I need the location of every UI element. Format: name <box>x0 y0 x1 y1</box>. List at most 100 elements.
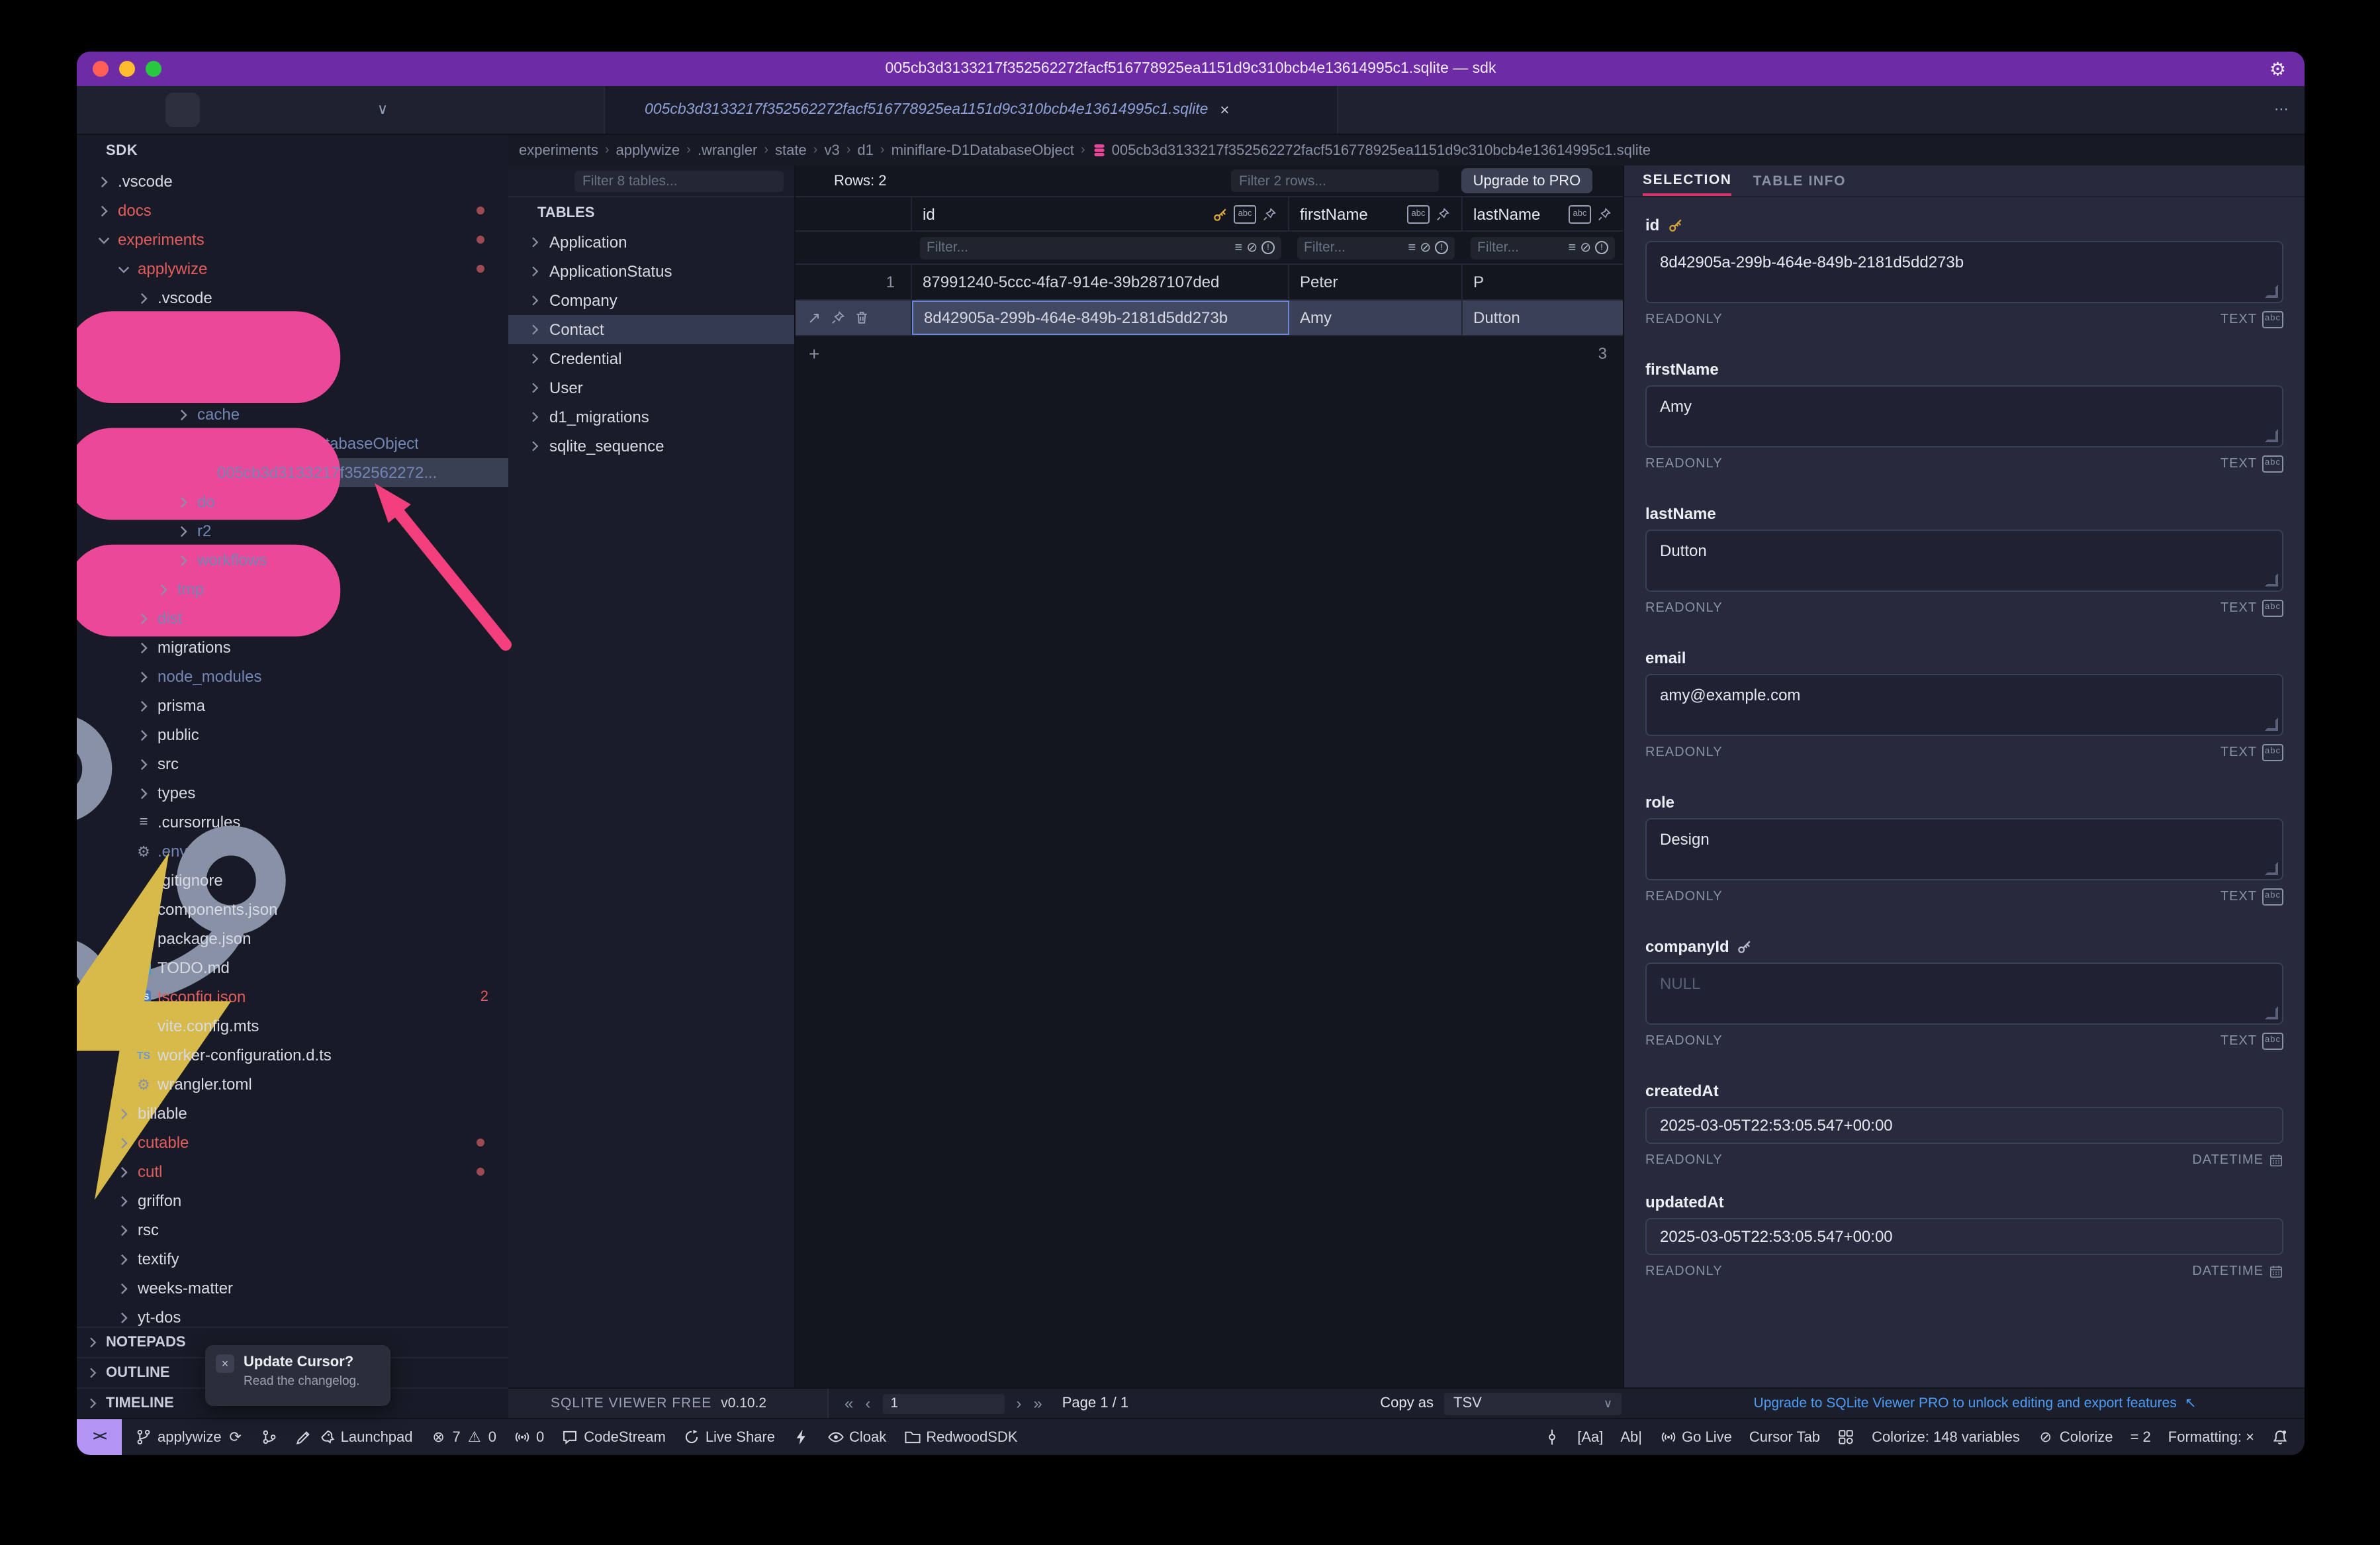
table-item-credential[interactable]: Credential <box>508 344 794 373</box>
first-page-icon[interactable]: « <box>845 1394 853 1413</box>
remote-indicator[interactable]: >< <box>77 1419 122 1455</box>
breadcrumb-item[interactable]: 005cb3d3133217f352562272facf516778925ea1… <box>1092 142 1651 158</box>
cell-firstname[interactable]: Peter <box>1289 265 1463 299</box>
tree-item-cutable[interactable]: cutable <box>77 1128 508 1157</box>
breadcrumb-item[interactable]: v3 <box>824 142 839 158</box>
settings-gear-icon[interactable]: ⚙ <box>2269 60 2286 78</box>
cell-id[interactable]: 87991240-5ccc-4fa7-914e-39b287107ded <box>912 265 1289 299</box>
rows-filter-input[interactable]: Filter 2 rows... <box>1231 169 1439 192</box>
remote-explorer-icon[interactable] <box>338 99 359 120</box>
filter-info-icon[interactable]: ! <box>1595 241 1608 254</box>
breadcrumb-item[interactable]: state <box>775 142 807 158</box>
tree-item-worker-configuration-d-ts[interactable]: TSworker-configuration.d.ts <box>77 1041 508 1070</box>
cell-id[interactable]: 8d42905a-299b-464e-849b-2181d5dd273b <box>912 301 1289 335</box>
resize-grip[interactable] <box>2265 285 2278 298</box>
clear-filters-icon[interactable] <box>809 172 826 189</box>
cell-firstname[interactable]: Amy <box>1289 301 1463 335</box>
column-filter-input[interactable]: Filter...≡⊘! <box>920 236 1281 259</box>
status-right-item-5[interactable] <box>1837 1428 1854 1446</box>
status-left-item-7[interactable] <box>792 1428 809 1446</box>
prev-page-icon[interactable]: ‹ <box>865 1394 870 1413</box>
tab-close-icon[interactable]: × <box>1220 101 1229 119</box>
tree-item-005cb3d3133217f352562272-[interactable]: 005cb3d3133217f352562272... <box>77 458 508 487</box>
field-value-updatedat[interactable]: 2025-03-05T22:53:05.547+00:00 <box>1645 1218 2283 1255</box>
resize-grip[interactable] <box>2265 718 2278 731</box>
tree-item-textify[interactable]: textify <box>77 1244 508 1274</box>
cell-lastname[interactable]: Dutton <box>1463 301 1623 335</box>
cell-lastname[interactable]: P <box>1463 265 1623 299</box>
pin-icon[interactable] <box>830 310 846 326</box>
status-right-item-1[interactable]: [Aa] <box>1577 1429 1603 1445</box>
table-item-user[interactable]: User <box>508 373 794 402</box>
tree-item-dist[interactable]: dist <box>77 604 508 633</box>
upgrade-to-pro-button[interactable]: Upgrade to PRO <box>1461 168 1592 193</box>
status-right-item-4[interactable]: Cursor Tab <box>1749 1429 1820 1445</box>
status-left-item-5[interactable]: CodeStream <box>561 1428 666 1446</box>
filter-mode-icon[interactable]: ≡ <box>1235 240 1243 255</box>
close-window-button[interactable] <box>93 61 109 77</box>
table-row[interactable]: ↗ 8d42905a-299b-464e-849b-2181d5dd273bAmy… <box>796 301 1623 336</box>
tree-item-do[interactable]: do <box>77 487 508 516</box>
open-arrow-icon[interactable]: ↗ <box>806 310 822 326</box>
split-editor-icon[interactable] <box>2240 101 2258 119</box>
tree-item-cutl[interactable]: cutl <box>77 1157 508 1186</box>
tab-table-info[interactable]: TABLE INFO <box>1753 165 1846 196</box>
status-right-item-0[interactable] <box>1543 1428 1560 1446</box>
resize-grip[interactable] <box>2265 429 2278 442</box>
resize-grip[interactable] <box>2265 1006 2278 1019</box>
field-value-createdat[interactable]: 2025-03-05T22:53:05.547+00:00 <box>1645 1107 2283 1144</box>
field-value-firstname[interactable]: Amy <box>1645 385 2283 447</box>
next-page-icon[interactable]: › <box>1016 1394 1021 1413</box>
panel-layout-icon[interactable] <box>2244 172 2261 189</box>
field-value-companyid[interactable]: NULL <box>1645 962 2283 1025</box>
filter-not-icon[interactable]: ⊘ <box>1420 240 1431 255</box>
tree-item-experiments[interactable]: experiments <box>77 225 508 254</box>
status-left-item-2[interactable]: Launchpad <box>296 1428 413 1446</box>
tree-item-workflows[interactable]: workflows <box>77 545 508 575</box>
column-filter-input[interactable]: Filter...≡⊘! <box>1297 236 1455 259</box>
pin-icon[interactable] <box>1596 206 1612 222</box>
tree-item-vite-config-mts[interactable]: vite.config.mts <box>77 1011 508 1041</box>
filter-info-icon[interactable]: ! <box>1435 241 1448 254</box>
status-left-item-6[interactable]: Live Share <box>683 1428 775 1446</box>
status-right-item-9[interactable]: Formatting: × <box>2168 1429 2254 1445</box>
table-item-d1_migrations[interactable]: d1_migrations <box>508 402 794 432</box>
filter-info-icon[interactable]: ! <box>1261 241 1275 254</box>
filter-not-icon[interactable]: ⊘ <box>1580 240 1591 255</box>
tree-item-wrangler-toml[interactable]: ⚙wrangler.toml <box>77 1070 508 1099</box>
field-value-id[interactable]: 8d42905a-299b-464e-849b-2181d5dd273b <box>1645 241 2283 303</box>
field-value-lastname[interactable]: Dutton <box>1645 530 2283 592</box>
field-value-role[interactable]: Design <box>1645 818 2283 880</box>
status-left-item-8[interactable]: Cloak <box>827 1428 886 1446</box>
status-left-item-3[interactable]: ⊗7⚠0 <box>430 1428 497 1446</box>
status-right-item-7[interactable]: ⊘Colorize <box>2037 1428 2113 1446</box>
minimize-window-button[interactable] <box>119 61 135 77</box>
breadcrumb-item[interactable]: miniflare-D1DatabaseObject <box>892 142 1074 158</box>
status-right-item-10[interactable] <box>2271 1428 2289 1446</box>
column-filter-input[interactable]: Filter...≡⊘! <box>1471 236 1615 259</box>
filter-mode-icon[interactable]: ≡ <box>1408 240 1416 255</box>
search-icon[interactable] <box>218 99 240 120</box>
resize-grip[interactable] <box>2265 573 2278 586</box>
status-right-item-3[interactable]: Go Live <box>1659 1428 1732 1446</box>
table-item-application[interactable]: Application <box>508 228 794 257</box>
toggle-secondary-sidebar-icon[interactable] <box>2236 60 2254 77</box>
filter-mode-icon[interactable]: ≡ <box>1569 240 1577 255</box>
maximize-window-button[interactable] <box>146 61 161 77</box>
tree-item-tmp[interactable]: tmp <box>77 575 508 604</box>
tree-item-migrations[interactable]: migrations <box>77 633 508 662</box>
tree-item-griffon[interactable]: griffon <box>77 1186 508 1215</box>
toast-close-icon[interactable]: × <box>216 1354 234 1373</box>
extensions-icon[interactable] <box>298 99 319 120</box>
status-left-item-1[interactable] <box>261 1428 279 1446</box>
status-right-item-2[interactable]: Ab| <box>1620 1429 1642 1445</box>
status-left-item-9[interactable]: RedwoodSDK <box>903 1428 1017 1446</box>
tree-item-docs[interactable]: docs <box>77 196 508 225</box>
page-number-input[interactable]: 1 <box>882 1393 1004 1413</box>
last-page-icon[interactable]: » <box>1033 1394 1042 1413</box>
breadcrumb-item[interactable]: applywize <box>616 142 680 158</box>
upgrade-pro-link[interactable]: Upgrade to SQLite Viewer PRO to unlock e… <box>1622 1395 2305 1411</box>
add-row-icon[interactable]: + <box>796 343 819 364</box>
more-views-chevron-icon[interactable]: ∨ <box>377 103 388 117</box>
breadcrumb[interactable]: experiments›applywize›.wrangler›state›v3… <box>508 135 2305 165</box>
